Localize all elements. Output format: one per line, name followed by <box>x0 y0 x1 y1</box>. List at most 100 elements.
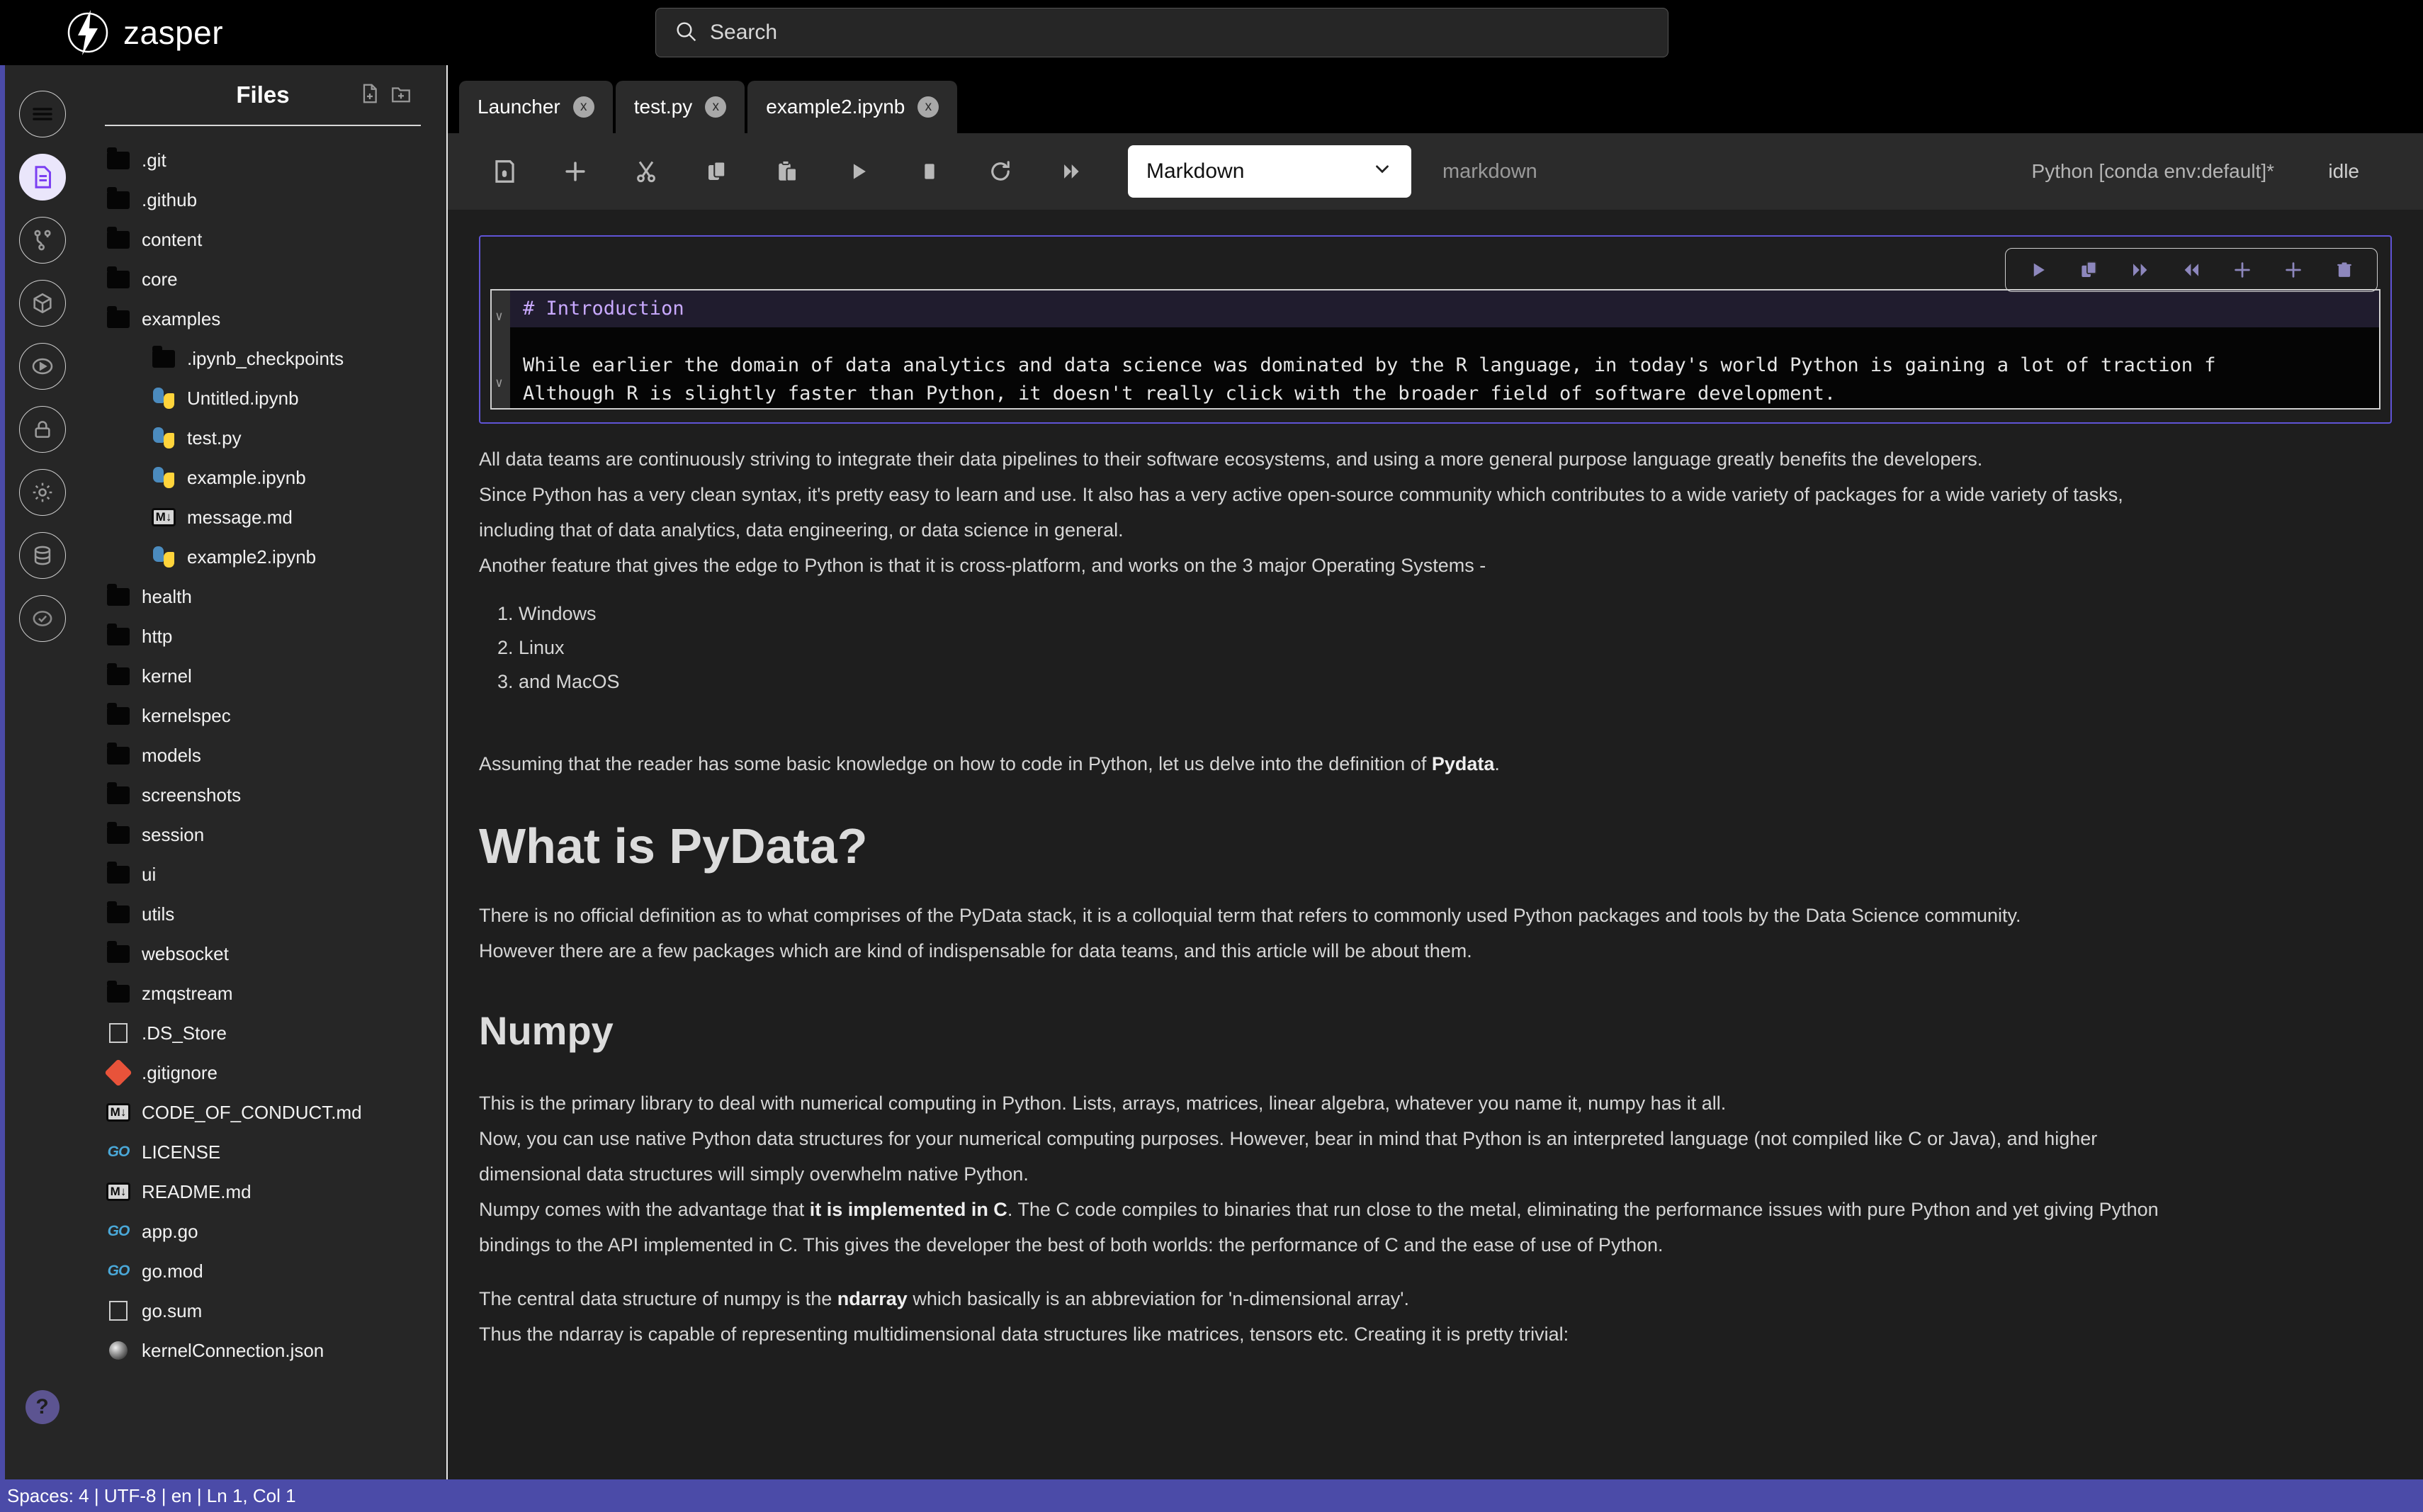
tab-launcher[interactable]: Launcher x <box>459 81 613 133</box>
help-icon[interactable]: ? <box>25 1390 60 1424</box>
rendered-markdown[interactable]: All data teams are continuously striving… <box>448 424 2423 1351</box>
file-tree-item[interactable]: core <box>79 259 446 299</box>
cut-icon[interactable] <box>611 159 682 184</box>
file-tree-item-label: models <box>142 744 201 766</box>
notebook-cell[interactable]: ∨ ∨ # Introduction While earlier the dom… <box>479 235 2392 424</box>
workspace: ? Files .git .github content core exampl… <box>0 65 2423 1479</box>
move-cell-down-icon[interactable] <box>2115 259 2166 281</box>
play-circle-icon[interactable] <box>18 343 66 390</box>
move-cell-up-icon[interactable] <box>2166 259 2217 281</box>
file-tree-item-label: .git <box>142 149 166 171</box>
file-tree-item[interactable]: websocket <box>79 934 446 974</box>
paragraph-4: Another feature that gives the edge to P… <box>479 555 1486 576</box>
file-tree-item[interactable]: GO go.mod <box>79 1251 446 1291</box>
fold-marker-1[interactable]: ∨ <box>495 309 503 324</box>
kernel-name[interactable]: Python [conda env:default]* <box>2032 160 2274 183</box>
restart-icon[interactable] <box>965 159 1036 184</box>
cell-editor[interactable]: ∨ ∨ # Introduction While earlier the dom… <box>490 289 2380 410</box>
file-tree-item[interactable]: models <box>79 735 446 775</box>
file-tree-item[interactable]: test.py <box>79 418 446 458</box>
file-tree-item-label: zmqstream <box>142 982 233 1004</box>
run-all-icon[interactable] <box>1036 159 1107 184</box>
file-tree-item[interactable]: health <box>79 577 446 616</box>
file-tree-item[interactable]: Untitled.ipynb <box>79 378 446 418</box>
generic-file-icon <box>106 1300 130 1321</box>
editor-area: Launcher x test.py x example2.ipynb x Ma… <box>448 65 2423 1479</box>
file-tree-item[interactable]: example2.ipynb <box>79 537 446 577</box>
brand: zasper <box>62 7 223 58</box>
file-tree-item[interactable]: kernelConnection.json <box>79 1331 446 1370</box>
menu-icon[interactable] <box>18 91 66 137</box>
close-icon[interactable]: x <box>705 96 727 118</box>
lock-icon[interactable] <box>18 406 66 453</box>
run-icon[interactable] <box>823 159 894 184</box>
file-tree-item[interactable]: .ipynb_checkpoints <box>79 339 446 378</box>
file-tree-item[interactable]: M↓ README.md <box>79 1172 446 1212</box>
status-bar-text: Spaces: 4 | UTF-8 | en | Ln 1, Col 1 <box>7 1484 296 1506</box>
new-file-icon[interactable] <box>358 82 381 108</box>
fold-gutter[interactable]: ∨ ∨ <box>492 290 510 408</box>
folder-icon <box>106 702 130 726</box>
tab-test-py[interactable]: test.py x <box>615 81 745 133</box>
cell-source[interactable]: # Introduction While earlier the domain … <box>510 290 2379 408</box>
search-input[interactable]: Search <box>655 8 1668 57</box>
file-tree-item[interactable]: kernelspec <box>79 696 446 735</box>
go-file-icon: GO <box>107 1144 130 1160</box>
git-branch-icon[interactable] <box>18 217 66 264</box>
tab-label: Launcher <box>478 96 560 118</box>
file-tree-item[interactable]: go.sum <box>79 1291 446 1331</box>
add-cell-above-icon[interactable] <box>2217 259 2268 281</box>
folder-icon <box>152 345 176 369</box>
file-tree-item[interactable]: kernel <box>79 656 446 696</box>
check-circle-icon[interactable] <box>18 595 66 642</box>
folder-icon <box>106 266 130 290</box>
paragraph-5-post: . <box>1494 753 1500 774</box>
file-tree-item[interactable]: .DS_Store <box>79 1013 446 1053</box>
file-tree-item[interactable]: .git <box>79 140 446 180</box>
tab-example2-ipynb[interactable]: example2.ipynb x <box>747 81 958 133</box>
file-tree-item[interactable]: http <box>79 616 446 656</box>
file-tree-item[interactable]: M↓ CODE_OF_CONDUCT.md <box>79 1093 446 1132</box>
save-icon[interactable] <box>469 158 540 185</box>
file-tree-item[interactable]: examples <box>79 299 446 339</box>
tab-label: test.py <box>633 96 693 118</box>
add-cell-below-icon[interactable] <box>2268 259 2319 281</box>
file-tree-item[interactable]: zmqstream <box>79 974 446 1013</box>
close-icon[interactable]: x <box>917 96 939 118</box>
package-icon[interactable] <box>18 280 66 327</box>
notebook-toolbar: Markdown markdown Python [conda env:defa… <box>448 133 2423 210</box>
file-tree-item[interactable]: .github <box>79 180 446 220</box>
file-tree-item-label: message.md <box>187 506 293 528</box>
file-tree-item[interactable]: .gitignore <box>79 1053 446 1093</box>
add-cell-icon[interactable] <box>540 158 611 185</box>
file-tree-item-label: examples <box>142 308 221 329</box>
copy-icon[interactable] <box>682 159 752 184</box>
file-tree-item[interactable]: M↓ message.md <box>79 497 446 537</box>
file-tree-item-label: ui <box>142 863 157 885</box>
database-icon[interactable] <box>18 532 66 579</box>
file-tree-item[interactable]: example.ipynb <box>79 458 446 497</box>
duplicate-cell-icon[interactable] <box>2064 259 2115 281</box>
files-icon[interactable] <box>18 154 66 201</box>
new-folder-icon[interactable] <box>390 82 412 108</box>
stop-icon[interactable] <box>894 160 965 183</box>
git-file-icon <box>104 1059 132 1087</box>
fold-marker-2[interactable]: ∨ <box>495 376 503 390</box>
cell-source-line-2: Although R is slightly faster than Pytho… <box>523 383 1836 405</box>
run-cell-icon[interactable] <box>2013 259 2064 281</box>
notebook-scroll[interactable]: ∨ ∨ # Introduction While earlier the dom… <box>448 210 2423 1479</box>
cell-type-select[interactable]: Markdown <box>1128 145 1411 198</box>
paste-icon[interactable] <box>752 159 823 184</box>
file-tree-item[interactable]: screenshots <box>79 775 446 815</box>
file-tree-item[interactable]: GO LICENSE <box>79 1132 446 1172</box>
file-tree-item-label: http <box>142 625 173 647</box>
file-tree-item[interactable]: session <box>79 815 446 854</box>
file-tree-item[interactable]: utils <box>79 894 446 934</box>
close-icon[interactable]: x <box>572 96 594 118</box>
file-tree-item[interactable]: ui <box>79 854 446 894</box>
file-tree-item-label: CODE_OF_CONDUCT.md <box>142 1101 362 1123</box>
file-tree-item[interactable]: GO app.go <box>79 1212 446 1251</box>
file-tree-item[interactable]: content <box>79 220 446 259</box>
gear-icon[interactable] <box>18 469 66 516</box>
delete-cell-icon[interactable] <box>2319 260 2370 280</box>
